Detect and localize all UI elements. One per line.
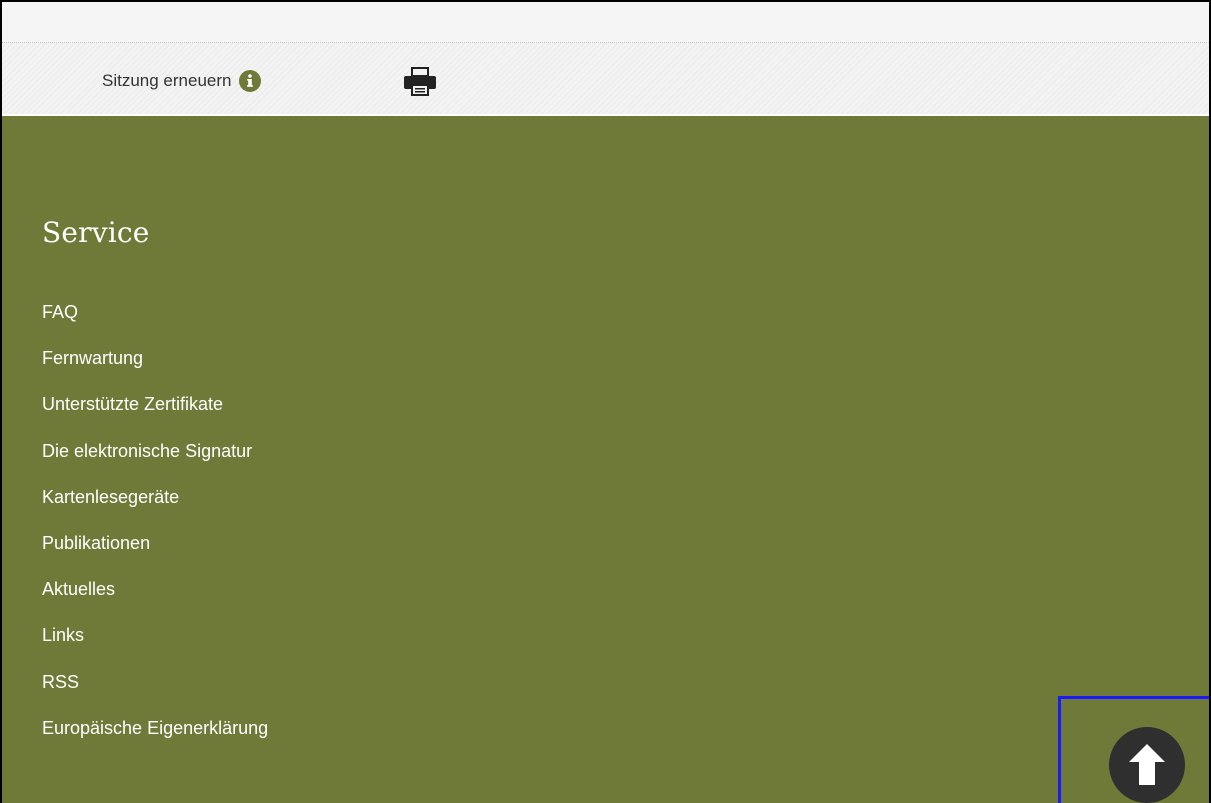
elektronische-signatur-link[interactable]: Die elektronische Signatur <box>42 441 252 461</box>
list-item: Links <box>42 621 268 667</box>
arrow-up-circle-icon <box>1129 744 1165 785</box>
list-item: Unterstützte Zertifikate <box>42 390 268 436</box>
links-link[interactable]: Links <box>42 625 84 645</box>
rss-link[interactable]: RSS <box>42 672 79 692</box>
kartenlesegeraete-link[interactable]: Kartenlesegeräte <box>42 487 179 507</box>
info-circle-icon[interactable] <box>239 70 262 92</box>
list-item: Fernwartung <box>42 344 268 390</box>
unterstuetzte-zertifikate-link[interactable]: Unterstützte Zertifikate <box>42 394 223 414</box>
printer-icon[interactable] <box>402 67 438 97</box>
faq-link[interactable]: FAQ <box>42 302 78 322</box>
scroll-to-top-button[interactable] <box>1109 727 1185 803</box>
top-toolbar: Sitzung erneuern <box>2 2 1209 116</box>
service-link-list: FAQ Fernwartung Unterstützte Zertifikate… <box>42 298 268 760</box>
list-item: FAQ <box>42 298 268 344</box>
renew-session-link[interactable]: Sitzung erneuern <box>102 70 262 92</box>
list-item: Kartenlesegeräte <box>42 483 268 529</box>
toolbar-top-strip <box>2 2 1209 43</box>
list-item: Europäische Eigenerklärung <box>42 714 268 760</box>
list-item: Publikationen <box>42 529 268 575</box>
scroll-to-top-highlight <box>1058 696 1209 803</box>
page-frame: Sitzung erneuern Service FAQ Fernwartung… <box>0 0 1211 803</box>
service-heading: Service <box>42 216 150 249</box>
europaeische-eigenerklaerung-link[interactable]: Europäische Eigenerklärung <box>42 718 268 738</box>
fernwartung-link[interactable]: Fernwartung <box>42 348 143 368</box>
list-item: Die elektronische Signatur <box>42 437 268 483</box>
list-item: Aktuelles <box>42 575 268 621</box>
renew-session-label: Sitzung erneuern <box>102 71 232 90</box>
list-item: RSS <box>42 668 268 714</box>
publikationen-link[interactable]: Publikationen <box>42 533 150 553</box>
service-footer: Service FAQ Fernwartung Unterstützte Zer… <box>2 116 1209 803</box>
aktuelles-link[interactable]: Aktuelles <box>42 579 115 599</box>
